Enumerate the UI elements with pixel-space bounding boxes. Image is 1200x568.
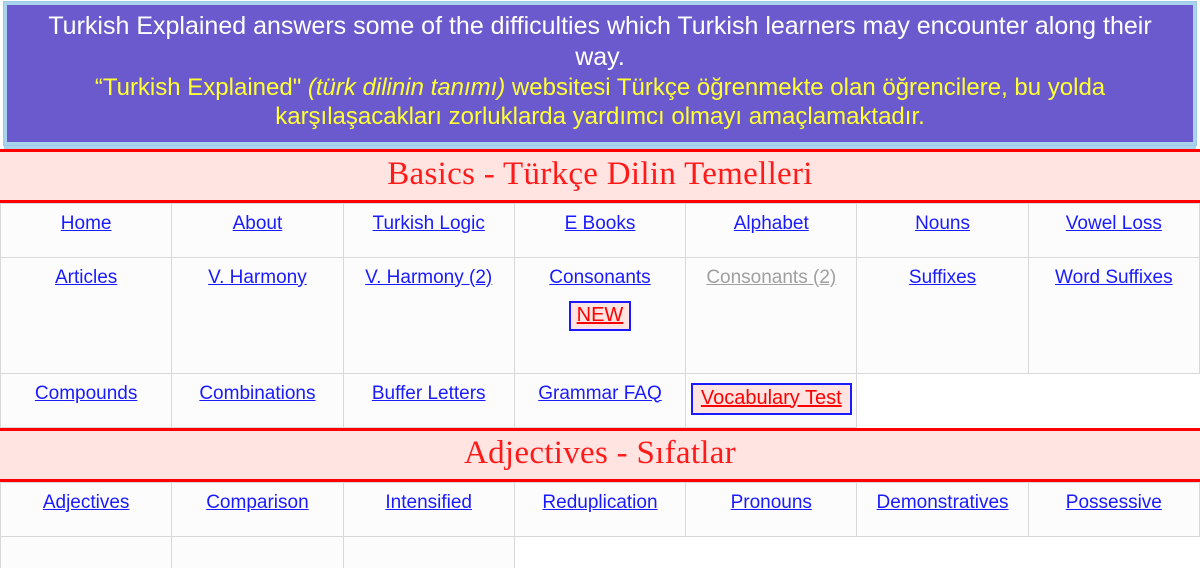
site-banner-container: Turkish Explained answers some of the di… (0, 0, 1200, 146)
section-title: Basics - Türkçe Dilin Temelleri (387, 155, 813, 192)
nav-cell: Alphabet (685, 202, 858, 258)
nav-link[interactable]: Consonants (549, 267, 650, 288)
nav-link[interactable]: Turkish Logic (373, 213, 485, 234)
nav-link[interactable]: Suffixes (909, 267, 976, 288)
section-title: Adjectives - Sıfatlar (463, 434, 737, 471)
nav-cell: Compounds (0, 372, 173, 428)
nav-cell: Pronouns (685, 481, 858, 537)
nav-cell: Possessive (1027, 481, 1200, 537)
nav-link[interactable]: Comparison (206, 492, 308, 513)
nav-row: Articles V. Harmony V. Harmony (2) Consonan… (0, 256, 1200, 374)
nav-cell-empty (1028, 373, 1200, 428)
nav-row (0, 535, 1200, 568)
vocabulary-test-button[interactable]: Vocabulary Test (690, 382, 852, 415)
nav-table-adjectives: Adjectives Comparison Intensified Reduplica… (0, 481, 1200, 568)
nav-link[interactable]: Vowel Loss (1066, 213, 1162, 234)
nav-cell: E Books (513, 202, 687, 258)
nav-cell-empty (514, 536, 686, 568)
nav-link[interactable]: Articles (55, 267, 117, 288)
nav-cell: V. Harmony (2) (342, 256, 515, 374)
nav-link[interactable]: Compounds (35, 383, 137, 404)
nav-cell: Reduplication (513, 481, 687, 537)
nav-cell: Grammar FAQ (513, 372, 687, 428)
nav-cell: Adjectives (0, 481, 173, 537)
banner-turkish-prefix: “Turkish Explained" (94, 74, 308, 101)
site-banner: Turkish Explained answers some of the di… (3, 1, 1197, 146)
nav-link[interactable]: Combinations (199, 383, 315, 404)
nav-cell: V. Harmony (171, 256, 344, 374)
nav-row: Compounds Combinations Buffer Letters Gramm… (0, 372, 1200, 428)
nav-cell-empty (856, 536, 1029, 568)
nav-link[interactable]: Demonstratives (877, 492, 1009, 513)
nav-cell: Suffixes (856, 256, 1029, 374)
nav-link[interactable]: Adjectives (43, 492, 130, 513)
nav-row: Adjectives Comparison Intensified Reduplica… (0, 481, 1200, 537)
nav-link[interactable]: V. Harmony (2) (365, 267, 492, 288)
banner-line-turkish: “Turkish Explained" (türk dilinin tanımı… (21, 73, 1179, 132)
nav-link[interactable]: Grammar FAQ (538, 383, 662, 404)
nav-link[interactable]: Possessive (1066, 492, 1162, 513)
banner-turkish-italic: (türk dilinin tanımı) (307, 74, 506, 101)
nav-cell-empty (1028, 536, 1200, 568)
nav-cell: About (171, 202, 344, 258)
nav-link[interactable]: E Books (565, 213, 636, 234)
nav-cell: Consonants (2) (685, 256, 858, 374)
nav-link[interactable]: About (233, 213, 283, 234)
nav-cell-empty (856, 373, 1029, 428)
nav-cell: Vowel Loss (1027, 202, 1200, 258)
nav-cell: Vocabulary Test (685, 372, 858, 428)
nav-cell: Consonants NEW (513, 256, 687, 374)
new-badge[interactable]: NEW (568, 300, 632, 331)
nav-cell: Word Suffixes (1027, 256, 1200, 374)
nav-link[interactable]: Consonants (2) (706, 267, 836, 288)
sections-root: Basics - Türkçe Dilin Temelleri Home About… (0, 148, 1200, 568)
nav-cell: Buffer Letters (342, 372, 515, 428)
nav-cell: Articles (0, 256, 173, 374)
nav-link[interactable]: Nouns (915, 213, 970, 234)
nav-cell-empty (685, 536, 857, 568)
nav-cell: Nouns (856, 202, 1029, 258)
nav-link[interactable]: Intensified (385, 492, 472, 513)
nav-link[interactable]: Pronouns (731, 492, 812, 513)
nav-cell (171, 535, 344, 568)
nav-link[interactable]: Reduplication (542, 492, 657, 513)
nav-cell: Intensified (342, 481, 515, 537)
nav-table-basics: Home About Turkish Logic E Books Alphabet Nou… (0, 202, 1200, 428)
nav-link[interactable]: Word Suffixes (1055, 267, 1173, 288)
nav-cell: Combinations (171, 372, 344, 428)
nav-cell (0, 535, 173, 568)
nav-link[interactable]: Home (61, 213, 112, 234)
nav-link[interactable]: V. Harmony (208, 267, 307, 288)
banner-line-english: Turkish Explained answers some of the di… (48, 12, 1152, 71)
nav-link[interactable]: Buffer Letters (372, 383, 486, 404)
section-header-basics: Basics - Türkçe Dilin Temelleri (0, 148, 1200, 203)
nav-cell: Comparison (171, 481, 344, 537)
nav-row: Home About Turkish Logic E Books Alphabet Nou… (0, 202, 1200, 258)
nav-cell: Home (0, 202, 173, 258)
nav-cell (342, 535, 515, 568)
section-header-adjectives: Adjectives - Sıfatlar (0, 427, 1200, 482)
nav-cell: Turkish Logic (342, 202, 515, 258)
nav-cell: Demonstratives (856, 481, 1029, 537)
nav-link[interactable]: Alphabet (734, 213, 809, 234)
